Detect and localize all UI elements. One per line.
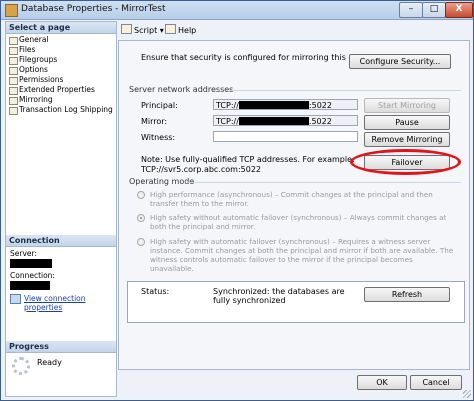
progress-status: Ready xyxy=(37,358,62,367)
script-button[interactable]: Script ▾ xyxy=(121,24,164,36)
status-value: Synchronized: the databases are fully sy… xyxy=(213,287,345,305)
server-label: Server: xyxy=(10,249,37,258)
page-item-mirroring[interactable]: Mirroring xyxy=(8,95,114,105)
operating-mode-header: Operating mode xyxy=(129,177,195,186)
page-icon xyxy=(9,57,18,65)
failover-highlight-ring xyxy=(350,149,461,175)
refresh-button[interactable]: Refresh xyxy=(364,287,450,302)
view-connection-properties-link[interactable]: View connection properties xyxy=(10,294,112,312)
connection-redacted xyxy=(10,281,50,290)
page-item-extended-properties[interactable]: Extended Properties xyxy=(8,85,114,95)
window-title: Database Properties - MirrorTest xyxy=(21,4,166,14)
note-line-1: Note: Use fully-qualified TCP addresses.… xyxy=(141,155,355,164)
help-icon xyxy=(165,24,176,34)
toolbar: Script ▾ Help xyxy=(117,21,469,39)
divider xyxy=(229,90,461,91)
high-safety-no-failover-radio[interactable] xyxy=(137,214,145,222)
high-safety-auto-failover-radio[interactable] xyxy=(137,238,145,246)
status-label: Status: xyxy=(141,287,170,296)
start-mirroring-button[interactable]: Start Mirroring xyxy=(364,98,450,113)
principal-redacted xyxy=(238,101,309,109)
server-redacted xyxy=(10,259,52,268)
server-network-header: Server network addresses xyxy=(129,85,234,94)
mirror-field[interactable]: TCP://.5022 xyxy=(213,115,358,126)
page-icon xyxy=(9,67,18,75)
principal-label: Principal: xyxy=(141,101,178,110)
database-icon xyxy=(5,4,18,17)
page-icon xyxy=(9,77,18,85)
properties-window: Database Properties - MirrorTest – □ X S… xyxy=(0,0,474,401)
page-icon xyxy=(9,97,18,105)
close-button[interactable]: X xyxy=(445,2,473,18)
resize-grip-icon[interactable] xyxy=(463,390,471,398)
progress-header: Progress xyxy=(6,341,116,353)
progress-section: Progress Ready xyxy=(6,341,116,375)
title-bar[interactable]: Database Properties - MirrorTest – □ X xyxy=(1,1,473,20)
configure-security-button[interactable]: Configure Security... xyxy=(349,54,451,69)
principal-field[interactable]: TCP://:5022 xyxy=(213,99,358,110)
maximize-button[interactable]: □ xyxy=(422,2,446,18)
cancel-button[interactable]: Cancel xyxy=(410,375,462,390)
connection-header: Connection xyxy=(6,235,116,247)
high-safety-auto-failover-label: High safety with automatic failover (syn… xyxy=(150,237,454,273)
minimize-button[interactable]: – xyxy=(399,2,423,18)
remove-mirroring-button[interactable]: Remove Mirroring xyxy=(364,132,450,147)
ok-button[interactable]: OK xyxy=(357,375,407,390)
page-icon xyxy=(9,107,18,115)
witness-label: Witness: xyxy=(141,133,176,142)
divider xyxy=(187,182,461,183)
connection-label: Connection: xyxy=(10,271,55,280)
page-item-filegroups[interactable]: Filegroups xyxy=(8,55,114,65)
mirroring-panel: Ensure that security is configured for m… xyxy=(118,40,470,370)
page-list: General Files Filegroups Options Permiss… xyxy=(6,34,116,116)
page-icon xyxy=(9,47,18,55)
left-panel: Select a page General Files Filegroups O… xyxy=(5,21,117,397)
help-button[interactable]: Help xyxy=(165,24,196,36)
script-icon xyxy=(121,24,132,34)
connection-properties-icon xyxy=(10,294,21,304)
high-safety-no-failover-label: High safety without automatic failover (… xyxy=(150,213,447,231)
page-icon xyxy=(9,37,18,45)
page-item-transaction-log-shipping[interactable]: Transaction Log Shipping xyxy=(8,105,114,115)
connection-section: Connection Server: Connection: View conn… xyxy=(6,235,116,314)
page-item-general[interactable]: General xyxy=(8,35,114,45)
page-item-permissions[interactable]: Permissions xyxy=(8,75,114,85)
mirror-label: Mirror: xyxy=(141,117,168,126)
pause-button[interactable]: Pause xyxy=(364,115,450,130)
high-performance-label: High performance (asynchronous) – Commit… xyxy=(150,190,433,208)
page-item-options[interactable]: Options xyxy=(8,65,114,75)
select-page-header: Select a page xyxy=(6,22,116,34)
high-performance-radio[interactable] xyxy=(137,191,145,199)
progress-spinner-icon xyxy=(12,357,30,375)
page-item-files[interactable]: Files xyxy=(8,45,114,55)
witness-field[interactable] xyxy=(213,131,358,142)
mirror-redacted xyxy=(238,117,309,125)
page-icon xyxy=(9,87,18,95)
note-line-2: TCP://svr5.corp.abc.com:5022 xyxy=(141,165,262,174)
